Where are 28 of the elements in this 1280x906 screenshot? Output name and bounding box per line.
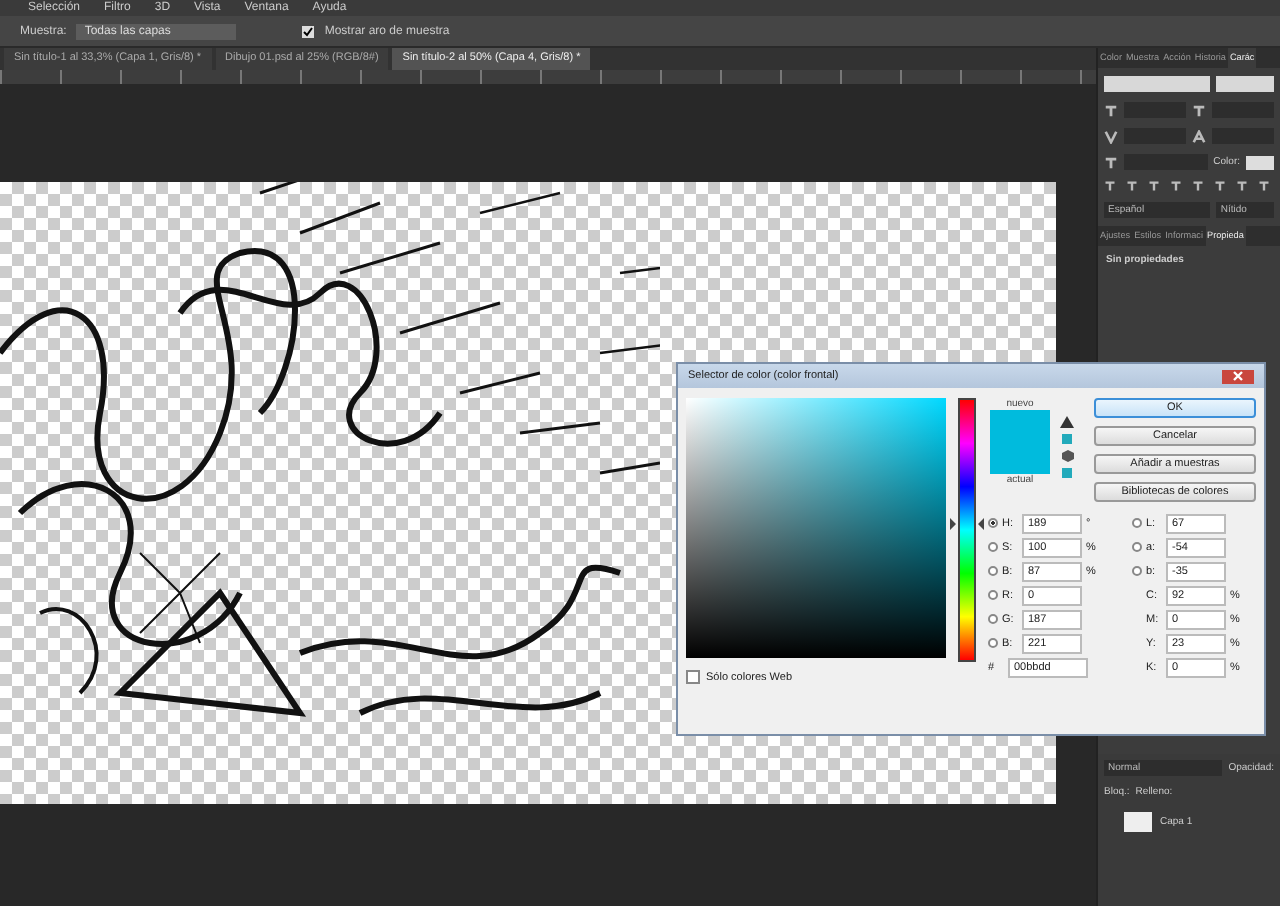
hue-slider-thumb[interactable] [950,517,984,530]
radio-button[interactable] [988,518,998,528]
color-field[interactable] [686,398,946,658]
new-color-swatch [990,410,1050,442]
radio-button[interactable] [1132,566,1142,576]
vertical-scale-icon [1104,155,1118,169]
radio-button[interactable] [988,590,998,600]
radio-button[interactable] [988,614,998,624]
radio-button[interactable] [988,638,998,648]
text-color-swatch[interactable] [1246,155,1274,169]
radio-button[interactable] [1132,542,1142,552]
cube-icon [1061,450,1073,462]
radio-button[interactable] [988,566,998,576]
font-size-icon [1104,103,1118,117]
web-only-checkbox[interactable] [686,670,700,684]
current-color-swatch [990,442,1050,474]
radio-button[interactable] [1132,518,1142,528]
gamut-swatch[interactable] [1062,434,1072,444]
leading-icon [1192,103,1206,117]
close-button[interactable] [1222,369,1254,383]
warning-icon [1060,416,1074,428]
web-safe-swatch[interactable] [1062,468,1072,478]
layer-thumbnail [1124,812,1152,832]
radio-button[interactable] [988,542,998,552]
tracking-icon [1192,129,1206,143]
show-ring-checkbox[interactable] [302,25,315,37]
close-icon [1232,370,1244,382]
kerning-icon [1104,129,1118,143]
